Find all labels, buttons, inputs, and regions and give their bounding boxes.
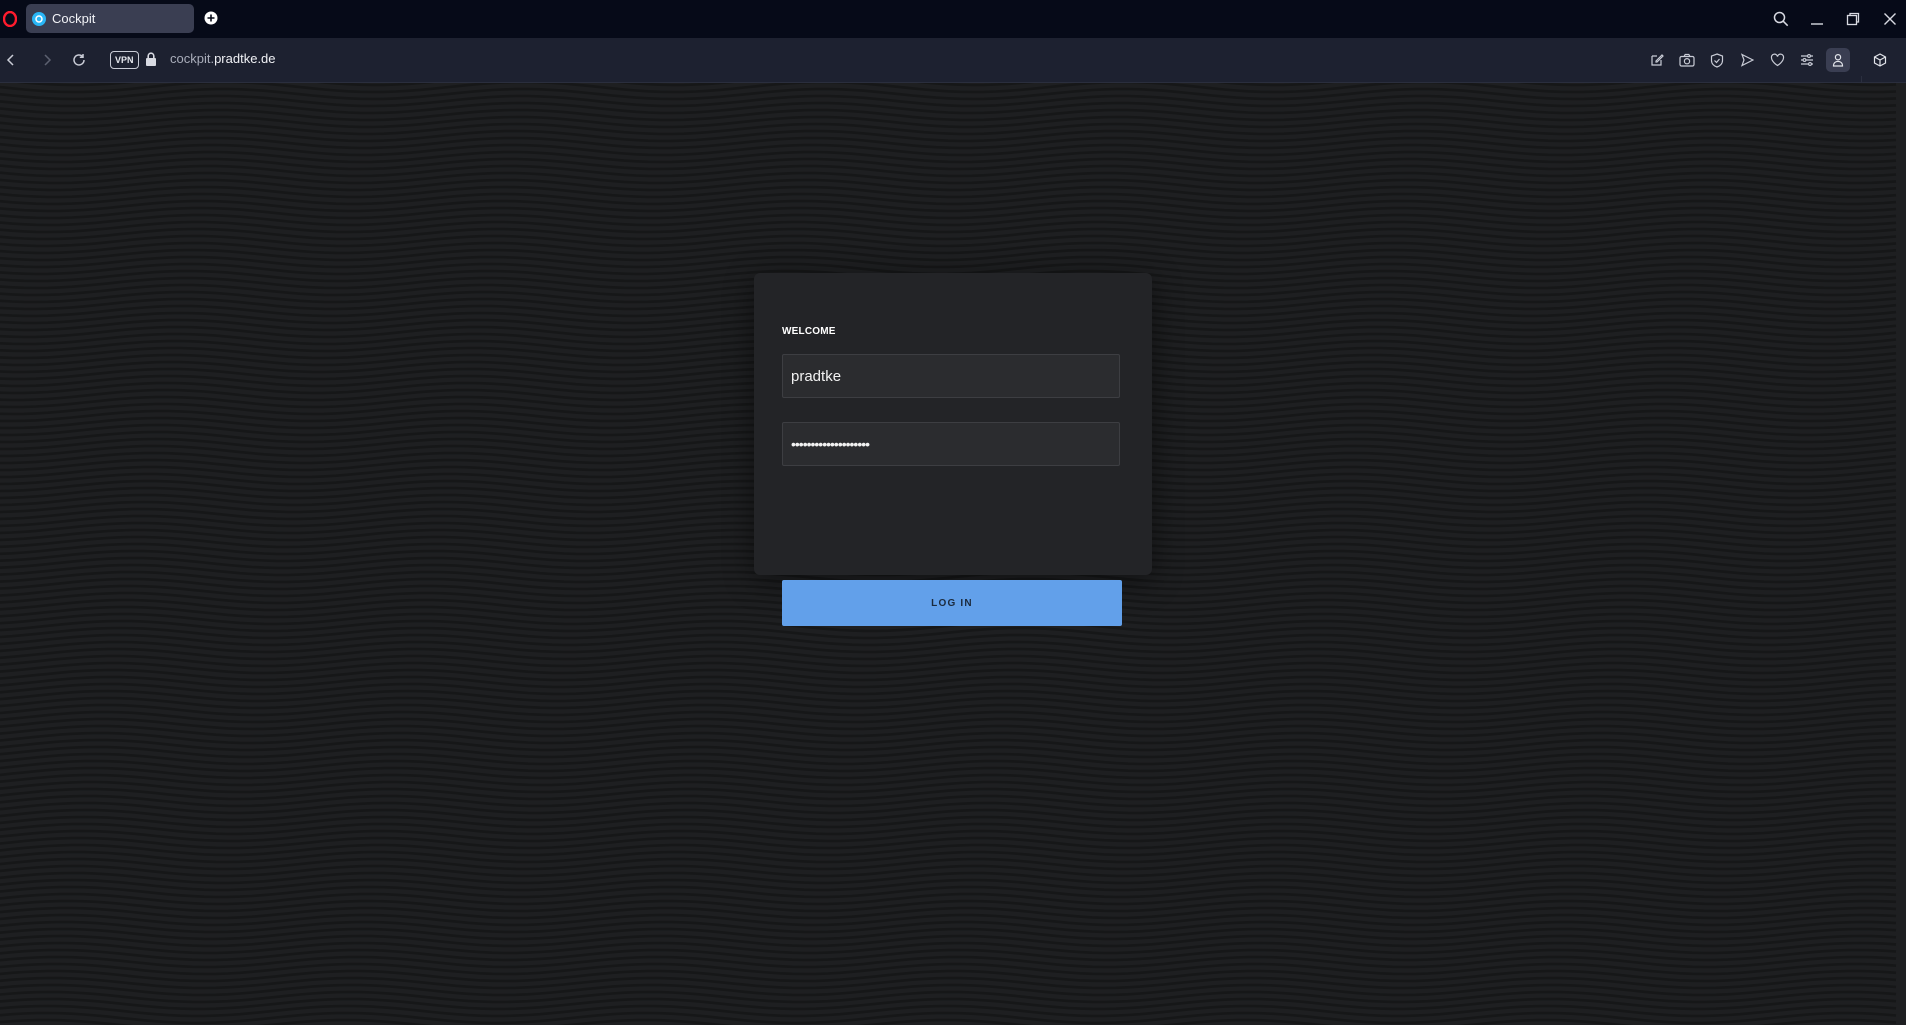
url-host: pradtke.de [214,51,276,66]
browser-address-bar: VPN cockpit.pradtke.de [0,38,1906,120]
reload-button[interactable] [68,49,90,71]
minimize-icon [1811,23,1823,25]
profile-button[interactable] [1826,48,1850,72]
tab-title: Cockpit [52,11,96,26]
back-button[interactable] [0,49,22,71]
username-field[interactable] [782,354,1120,398]
forward-button[interactable] [36,49,58,71]
browser-tab-bar: Cockpit [0,0,1906,38]
login-button[interactable]: LOG IN [782,580,1122,626]
close-icon [1884,13,1896,25]
back-arrow-icon [6,54,14,66]
settings-sliders-icon [1801,54,1813,66]
heart-icon [1770,53,1784,67]
edit-icon [1651,54,1664,66]
search-tabs-button[interactable] [1770,8,1792,30]
snapshot-button[interactable] [1677,50,1697,70]
opera-logo-icon[interactable] [3,11,17,27]
search-icon [1773,11,1789,27]
bookmark-button[interactable] [1767,50,1787,70]
restore-button[interactable] [1842,8,1864,30]
password-input[interactable] [783,423,1119,465]
camera-icon [1679,53,1695,67]
url-field[interactable]: cockpit.pradtke.de [170,51,276,66]
user-icon [1832,53,1844,67]
adblock-button[interactable] [1707,50,1727,70]
url-prefix: cockpit. [170,51,215,66]
new-tab-button[interactable] [202,9,220,27]
shield-icon [1710,52,1724,68]
restore-icon [1846,12,1860,26]
extensions-button[interactable] [1870,50,1890,70]
close-window-button[interactable] [1879,8,1901,30]
tab-cockpit[interactable]: Cockpit [26,4,194,33]
send-button[interactable] [1737,50,1757,70]
page-background: WELCOME LOG IN [0,83,1906,1025]
username-input[interactable] [783,355,1119,397]
minimize-button[interactable] [1806,8,1828,30]
edit-page-button[interactable] [1647,50,1667,70]
lock-icon[interactable] [144,51,158,67]
password-field[interactable] [782,422,1120,466]
easy-setup-button[interactable] [1797,50,1817,70]
vpn-badge[interactable]: VPN [110,51,139,69]
plus-icon [204,11,218,25]
cockpit-favicon-icon [32,11,46,26]
cube-icon [1873,53,1887,67]
send-icon [1740,53,1754,67]
login-card: WELCOME LOG IN [754,273,1152,626]
forward-arrow-icon [44,54,52,66]
reload-icon [73,54,85,66]
login-heading: WELCOME [782,326,836,337]
